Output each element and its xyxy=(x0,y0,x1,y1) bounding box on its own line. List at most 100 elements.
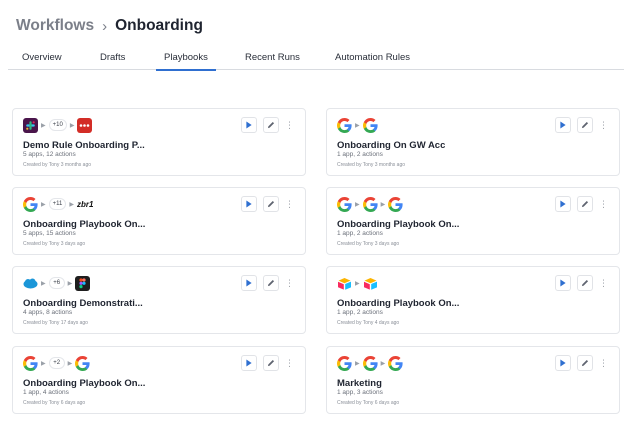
edit-button[interactable] xyxy=(263,196,279,212)
play-button[interactable] xyxy=(241,275,257,291)
breadcrumb-separator-icon: › xyxy=(102,17,108,35)
play-icon xyxy=(560,121,566,129)
card-summary: 1 app, 3 actions xyxy=(337,389,383,396)
playbook-card[interactable]: ▶ Onboarding On GW Acc 1 app, 2 actions … xyxy=(326,108,620,176)
more-icon[interactable]: ⋮ xyxy=(285,196,294,212)
google-icon xyxy=(362,117,378,133)
card-summary: 5 apps, 15 actions xyxy=(23,230,76,237)
chevron-right-icon: ▶ xyxy=(380,201,386,208)
app-count-badge: +10 xyxy=(48,119,67,131)
tab-playbooks[interactable]: Playbooks xyxy=(156,52,216,71)
edit-icon xyxy=(581,200,589,208)
chevron-right-icon: ▶ xyxy=(69,122,75,129)
breadcrumb-parent[interactable]: Workflows xyxy=(16,17,94,35)
card-created: Created by Tony 4 days ago xyxy=(337,320,400,326)
play-icon xyxy=(246,279,252,287)
edit-icon xyxy=(581,359,589,367)
tab-bar: Overview Drafts Playbooks Recent Runs Au… xyxy=(8,48,624,71)
more-icon[interactable]: ⋮ xyxy=(285,117,294,133)
more-icon[interactable]: ⋮ xyxy=(285,355,294,371)
card-summary: 1 app, 4 actions xyxy=(23,389,69,396)
app-count-badge: +2 xyxy=(48,357,65,369)
edit-icon xyxy=(267,121,275,129)
playbook-card[interactable]: ▶ ▶ Onboarding Playbook On... 1 app, 2 a… xyxy=(326,187,620,255)
edit-icon xyxy=(267,279,275,287)
chevron-right-icon: ▶ xyxy=(41,280,46,287)
card-title: Marketing xyxy=(337,378,382,389)
card-title: Onboarding Playbook On... xyxy=(337,298,460,309)
edit-icon xyxy=(581,121,589,129)
chevron-right-icon: ▶ xyxy=(69,201,74,208)
chevron-right-icon: ▶ xyxy=(355,360,360,367)
card-title: Onboarding On GW Acc xyxy=(337,140,446,151)
play-button[interactable] xyxy=(241,196,257,212)
card-actions: ⋮ xyxy=(235,196,294,212)
playbook-card[interactable]: ▶ +6 ▶ Onboarding Demonstrati... 4 apps,… xyxy=(12,266,306,334)
google-icon xyxy=(23,355,38,371)
play-icon xyxy=(560,359,566,367)
playbook-card[interactable]: ▶ +11 ▶ zbr1 Onboarding Playbook On... 5… xyxy=(12,187,306,255)
chevron-right-icon: ▶ xyxy=(41,122,46,129)
tab-recent-runs[interactable]: Recent Runs xyxy=(245,52,300,70)
app-icons: ▶ +2 ▶ xyxy=(23,355,90,371)
tab-overview[interactable]: Overview xyxy=(22,52,62,70)
play-icon xyxy=(560,200,566,208)
more-icon[interactable]: ⋮ xyxy=(599,117,608,133)
play-button[interactable] xyxy=(555,117,571,133)
edit-button[interactable] xyxy=(577,196,593,212)
lastpass-icon xyxy=(77,117,93,133)
google-icon xyxy=(337,117,352,133)
more-icon[interactable]: ⋮ xyxy=(285,275,294,291)
card-created: Created by Tony 3 days ago xyxy=(23,241,86,247)
card-title: Onboarding Playbook On... xyxy=(23,378,146,389)
card-actions: ⋮ xyxy=(549,196,608,212)
play-button[interactable] xyxy=(555,275,571,291)
playbook-card[interactable]: ▶ +10 ▶ Demo Rule Onboarding P... 5 apps… xyxy=(12,108,306,176)
card-created: Created by Tony 6 days ago xyxy=(337,400,400,406)
chevron-right-icon: ▶ xyxy=(355,201,360,208)
card-actions: ⋮ xyxy=(235,117,294,133)
google-icon xyxy=(337,196,352,212)
playbook-card[interactable]: ▶ +2 ▶ Onboarding Playbook On... 1 app, … xyxy=(12,346,306,414)
edit-button[interactable] xyxy=(577,355,593,371)
edit-button[interactable] xyxy=(577,117,593,133)
app-icons: ▶ +6 ▶ xyxy=(23,275,91,291)
tab-drafts[interactable]: Drafts xyxy=(100,52,125,70)
page-title: Onboarding xyxy=(115,17,203,34)
google-icon xyxy=(23,196,38,212)
card-title: Onboarding Playbook On... xyxy=(337,219,460,230)
play-button[interactable] xyxy=(241,117,257,133)
app-icons: ▶ xyxy=(337,117,378,133)
edit-button[interactable] xyxy=(263,117,279,133)
play-button[interactable] xyxy=(241,355,257,371)
play-button[interactable] xyxy=(555,196,571,212)
chevron-right-icon: ▶ xyxy=(67,360,73,367)
more-icon[interactable]: ⋮ xyxy=(599,196,608,212)
chevron-right-icon: ▶ xyxy=(41,360,46,367)
playbook-card[interactable]: ▶ Onboarding Playbook On... 1 app, 2 act… xyxy=(326,266,620,334)
card-actions: ⋮ xyxy=(235,275,294,291)
app-logo: zbr1 xyxy=(76,199,94,209)
app-icons: ▶ +11 ▶ zbr1 xyxy=(23,196,93,212)
chevron-right-icon: ▶ xyxy=(67,280,73,287)
card-summary: 1 app, 2 actions xyxy=(337,151,383,158)
card-summary: 1 app, 2 actions xyxy=(337,309,383,316)
figma-icon xyxy=(75,275,91,291)
edit-button[interactable] xyxy=(263,275,279,291)
app-count-badge: +11 xyxy=(48,198,67,210)
chevron-right-icon: ▶ xyxy=(355,122,360,129)
playbook-card[interactable]: ▶ ▶ Marketing 1 app, 3 actions Created b… xyxy=(326,346,620,414)
google-icon xyxy=(337,355,352,371)
play-icon xyxy=(560,279,566,287)
more-icon[interactable]: ⋮ xyxy=(599,355,608,371)
google-icon xyxy=(388,355,403,371)
more-icon[interactable]: ⋮ xyxy=(599,275,608,291)
tab-automation-rules[interactable]: Automation Rules xyxy=(335,52,410,70)
card-created: Created by Tony 3 months ago xyxy=(23,162,92,168)
google-icon xyxy=(388,196,403,212)
play-button[interactable] xyxy=(555,355,571,371)
edit-button[interactable] xyxy=(263,355,279,371)
google-icon xyxy=(362,355,378,371)
card-summary: 5 apps, 12 actions xyxy=(23,151,76,158)
edit-button[interactable] xyxy=(577,275,593,291)
